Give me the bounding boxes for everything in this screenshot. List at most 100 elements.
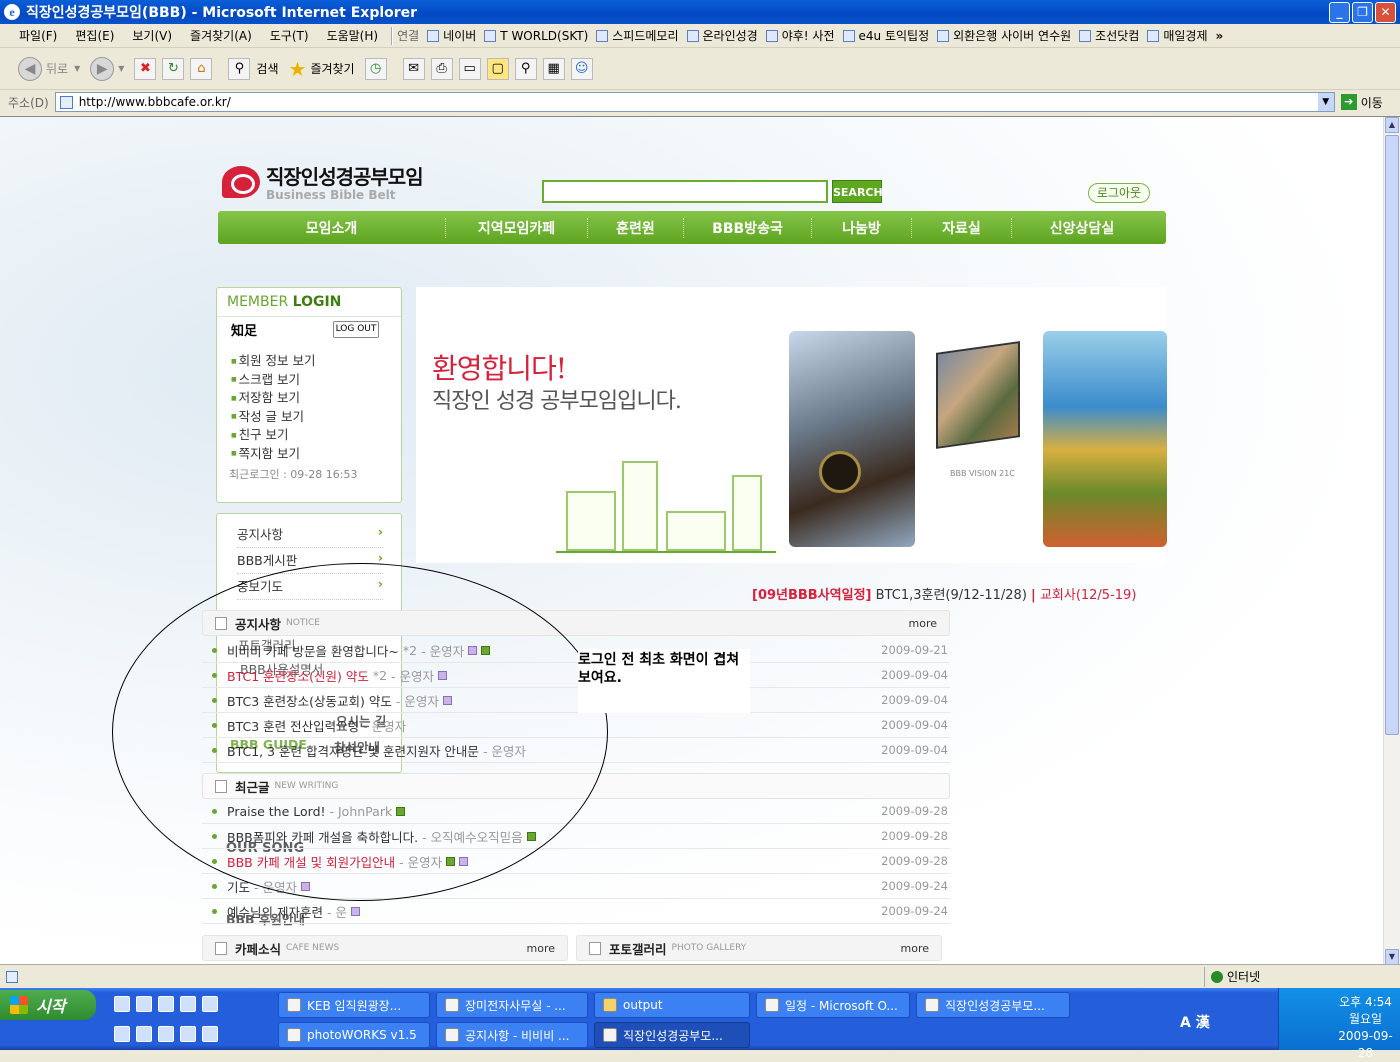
vertical-scrollbar[interactable]: ▲ ▼ [1383, 117, 1400, 964]
quick-launch-icon[interactable] [114, 996, 130, 1012]
back-button[interactable]: ◀ 뒤로 ▼ [18, 56, 80, 81]
menu-help[interactable]: 도움말(H) [318, 27, 388, 44]
task-outlook[interactable]: 일정 - Microsoft O... [756, 992, 910, 1018]
cube-caption: BBB VISION 21C [950, 469, 1015, 478]
quick-launch-icon[interactable] [136, 1026, 152, 1042]
site-search-input[interactable] [542, 180, 828, 203]
link-keb-cyber[interactable]: 외환은행 사이버 연수원 [937, 27, 1071, 44]
quick-launch-icon[interactable] [114, 1026, 130, 1042]
schedule-text1: BTC1,3훈련(9/12-11/28) [875, 588, 1027, 603]
maximize-button[interactable]: ❐ [1352, 2, 1373, 23]
link-speedmemory[interactable]: 스피드메모리 [596, 27, 679, 44]
task-bbb-1[interactable]: 직장인성경공부모... [916, 992, 1070, 1018]
link-naver[interactable]: 네이버 [427, 27, 476, 44]
research-icon[interactable]: ⚲ [514, 57, 537, 80]
media-icon[interactable]: ▦ [542, 57, 565, 80]
forward-button[interactable]: ▶ ▼ [90, 56, 124, 81]
member-link-info[interactable]: 회원 정보 보기 [231, 352, 316, 371]
menu-tools[interactable]: 도구(T) [261, 27, 318, 44]
task-label: 직장인성경공부모... [945, 998, 1045, 1013]
home-icon[interactable]: ⌂ [190, 57, 213, 80]
start-button[interactable]: 시작 [0, 990, 96, 1020]
menu-edit[interactable]: 편집(E) [66, 27, 123, 44]
back-arrow-icon: ◀ [18, 56, 42, 81]
task-keb[interactable]: KEB 임직원광장... [278, 992, 430, 1018]
address-input[interactable]: http://www.bbbcafe.or.kr/ ▼ [54, 92, 1335, 112]
nav-broadcast[interactable]: BBB방송국 [684, 217, 812, 238]
link-tworld[interactable]: T WORLD(SKT) [484, 29, 588, 43]
search-button[interactable]: ⚲ 검색 [228, 57, 279, 80]
nav-training[interactable]: 훈련원 [588, 217, 684, 238]
stop-icon[interactable]: ✖ [134, 57, 157, 80]
nav-regional-cafe[interactable]: 지역모임카페 [446, 217, 588, 238]
link-chosun[interactable]: 조선닷컴 [1079, 27, 1139, 44]
task-bbb-active[interactable]: 직장인성경공부모... [594, 1022, 750, 1048]
quick-launch-icon[interactable] [202, 996, 218, 1012]
close-button[interactable]: ✕ [1375, 2, 1396, 23]
member-link-messages[interactable]: 쪽지함 보기 [231, 445, 316, 464]
scroll-up-icon[interactable]: ▲ [1385, 117, 1399, 133]
task-jangmi[interactable]: 장미전자사무실 - ... [436, 992, 588, 1018]
photo-gallery-sub: PHOTO GALLERY [671, 943, 747, 953]
link-yahoo-dict[interactable]: 야후! 사전 [765, 27, 835, 44]
site-logo[interactable]: 직장인성경공부모임 Business Bible Belt [222, 161, 424, 202]
nav-counseling[interactable]: 신앙상담실 [1012, 218, 1152, 238]
small-logout-button[interactable]: LOG OUT [333, 321, 379, 338]
favorites-button[interactable]: ★ 즐겨찾기 [289, 57, 355, 81]
member-link-friends[interactable]: 친구 보기 [231, 426, 316, 445]
schedule-text2: 교회사(12/5-19) [1039, 588, 1137, 603]
links-overflow-icon[interactable]: » [1216, 29, 1224, 43]
back-label: 뒤로 [46, 62, 69, 76]
note-icon[interactable]: ▢ [486, 57, 509, 80]
link-e4u[interactable]: e4u 토익팁정 [842, 27, 929, 44]
window-icon [287, 998, 301, 1012]
site-search-button[interactable]: SEARCH [832, 180, 883, 203]
left-menu-notice[interactable]: 공지사항 › [237, 524, 383, 548]
quick-launch-icon[interactable] [158, 1026, 174, 1042]
go-button[interactable]: ➔ 이동 [1340, 94, 1383, 111]
clock[interactable]: 오후 4:54 월요일 2009-09-28 [1331, 994, 1400, 1062]
member-link-scrap[interactable]: 스크랩 보기 [231, 371, 316, 390]
link-online-bible[interactable]: 온라인성경 [686, 27, 758, 44]
quick-launch-icon[interactable] [158, 996, 174, 1012]
menu-favorites[interactable]: 즐겨찾기(A) [181, 27, 261, 44]
row-date: 2009-09-04 [881, 743, 948, 757]
nav-library[interactable]: 자료실 [912, 217, 1012, 238]
print-icon[interactable]: ⎙ [430, 57, 453, 80]
quick-launch-icon[interactable] [202, 1026, 218, 1042]
menu-file[interactable]: 파일(F) [10, 27, 66, 44]
notice-more-link[interactable]: more [909, 617, 938, 630]
task-notice[interactable]: 공지사항 - 비비비 ... [436, 1022, 588, 1048]
quick-launch-icon[interactable] [180, 996, 196, 1012]
quick-launch-icon[interactable] [136, 996, 152, 1012]
schedule-line[interactable]: [09년BBB사역일정] BTC1,3훈련(9/12-11/28) | 교회사(… [752, 584, 1136, 603]
annotation-ellipse [112, 563, 608, 901]
messenger-icon[interactable]: ☺ [570, 57, 593, 80]
logout-button[interactable]: 로그아웃 [1088, 183, 1150, 203]
member-link-posts[interactable]: 작성 글 보기 [231, 408, 316, 427]
edit-icon[interactable]: ▭ [458, 57, 481, 80]
ime-indicator[interactable]: A 漢 [1180, 1012, 1210, 1032]
quick-launch-icon[interactable] [180, 1026, 196, 1042]
refresh-icon[interactable]: ↻ [162, 57, 185, 80]
link-mk[interactable]: 매일경제 [1147, 27, 1208, 44]
nav-sharing[interactable]: 나눔방 [812, 217, 912, 238]
history-icon[interactable]: ◷ [364, 57, 387, 80]
member-link-storage[interactable]: 저장함 보기 [231, 389, 316, 408]
hero-photo-globe [1043, 331, 1167, 547]
minimize-button[interactable]: _ [1329, 2, 1350, 23]
row-author: - 운 [326, 904, 347, 920]
mail-icon[interactable]: ✉ [402, 57, 425, 80]
photo-gallery-header: 포토갤러리 PHOTO GALLERY more [576, 935, 942, 961]
photo-gallery-more-link[interactable]: more [901, 942, 930, 955]
cafe-news-more-link[interactable]: more [527, 942, 556, 955]
menu-view[interactable]: 보기(V) [123, 27, 181, 44]
nav-intro[interactable]: 모임소개 [218, 217, 446, 238]
scroll-down-icon[interactable]: ▼ [1385, 949, 1399, 964]
task-output[interactable]: output [594, 992, 750, 1018]
dropdown-arrow-icon[interactable]: ▼ [1317, 93, 1334, 111]
chevron-right-icon: › [377, 524, 383, 539]
scroll-thumb[interactable] [1385, 135, 1399, 735]
recent-row[interactable]: 예수님의 제자훈련 - 운 2009-09-24 [202, 899, 950, 924]
task-photoworks[interactable]: photoWORKS v1.5 [278, 1022, 430, 1048]
